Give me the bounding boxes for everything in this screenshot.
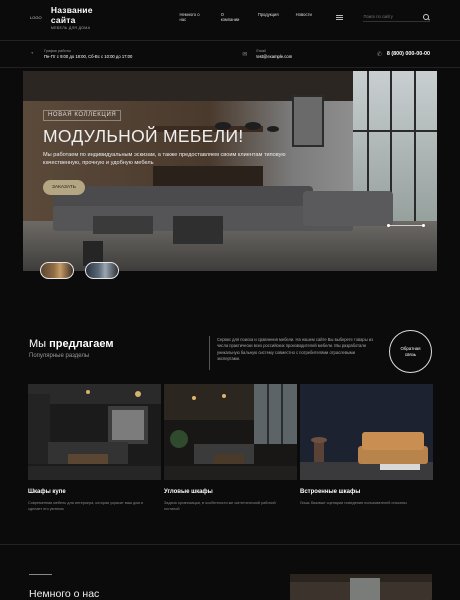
site-name: Название сайта (50, 4, 93, 25)
clock-icon: ◔ (30, 51, 34, 57)
search-icon[interactable] (423, 13, 430, 20)
search-box (363, 12, 430, 22)
section-subtitle: Популярные разделы (29, 353, 90, 359)
category-description: Лишь базовые сценарии поведения пользова… (300, 501, 407, 505)
work-hours-value: Пн-Пт с 9:00 до 18:00, Сб-Вс с 10:00 до … (44, 54, 133, 59)
hamburger-icon[interactable] (335, 14, 344, 20)
category-title[interactable]: Шкафы купе (28, 489, 161, 495)
category-image[interactable] (164, 384, 297, 480)
search-input[interactable] (363, 14, 424, 19)
phone-icon: ✆ (376, 51, 382, 58)
about-image (290, 574, 432, 600)
brand[interactable]: Название сайта МЕБЕЛЬ ДЛЯ ДОМА (51, 5, 117, 30)
category-description: Современная мебель для интерьера, котора… (28, 501, 144, 511)
about-accent-line (29, 574, 52, 575)
email-label: Email (256, 49, 266, 53)
hero-banner: НОВАЯ КОЛЛЕКЦИЯ МОДУЛЬНОЙ МЕБЕЛИ! Мы раб… (23, 71, 437, 271)
category-image[interactable] (28, 384, 161, 480)
top-bar: LOGO Название сайта МЕБЕЛЬ ДЛЯ ДОМА Немн… (0, 0, 460, 34)
info-bar: ◔ График работы Пн-Пт с 9:00 до 18:00, С… (0, 40, 460, 68)
slider-indicator[interactable] (387, 224, 425, 227)
category-card[interactable]: Шкафы купе Современная мебель для интерь… (28, 384, 161, 512)
nav-item-products[interactable]: Продукция (258, 12, 279, 22)
email-block: Email test@example.com (256, 49, 292, 59)
email-link[interactable]: test@example.com (256, 54, 292, 59)
category-card[interactable]: Встроенные шкафы Лишь базовые сценарии п… (300, 384, 433, 512)
category-cards: Шкафы купе Современная мебель для интерь… (28, 384, 433, 512)
section-description: Сервис для поиска и сравнения мебели. На… (217, 337, 373, 362)
hero-content: НОВАЯ КОЛЛЕКЦИЯ МОДУЛЬНОЙ МЕБЕЛИ! Мы раб… (43, 103, 303, 195)
main-nav: Немного о нас О компании Продукция Новос… (179, 12, 311, 22)
category-description: Задача организации, в особенности же син… (164, 501, 276, 511)
page: LOGO Название сайта МЕБЕЛЬ ДЛЯ ДОМА Немн… (0, 0, 460, 600)
work-hours-label: График работы (44, 49, 71, 53)
category-card[interactable]: Угловые шкафы Задача организации, в особ… (164, 384, 297, 512)
hero-description: Мы работаем по индивидуальным эскизам, а… (43, 152, 286, 166)
divider (209, 336, 210, 370)
section-title-plain: Мы (29, 338, 50, 350)
hero-title: МОДУЛЬНОЙ МЕБЕЛИ! (43, 126, 244, 146)
category-image[interactable] (300, 384, 433, 480)
about-title: Немного о нас (29, 588, 100, 600)
order-button[interactable]: ЗАКАЗАТЬ (43, 179, 85, 195)
section-title-bold: предлагаем (49, 338, 114, 350)
hero-tag: НОВАЯ КОЛЛЕКЦИЯ (43, 109, 122, 121)
hero-thumbnail[interactable] (85, 262, 119, 279)
feedback-line: Обратная (400, 345, 421, 351)
category-title[interactable]: Встроенные шкафы (300, 489, 433, 495)
logo-icon[interactable]: LOGO (30, 15, 51, 20)
feedback-button[interactable]: Обратная связь (389, 330, 432, 373)
site-subtitle: МЕБЕЛЬ ДЛЯ ДОМА (50, 25, 91, 30)
hero-thumbnail[interactable] (40, 262, 74, 279)
category-title[interactable]: Угловые шкафы (164, 489, 297, 495)
nav-item-news[interactable]: Новости (296, 12, 312, 22)
offer-heading: Мы предлагаем Популярные разделы (29, 338, 114, 359)
nav-item-company[interactable]: О компании (221, 12, 241, 22)
mail-icon: ✉ (242, 51, 248, 58)
feedback-line: связь (404, 351, 417, 357)
work-hours: График работы Пн-Пт с 9:00 до 18:00, Сб-… (44, 49, 132, 59)
nav-item-about[interactable]: Немного о нас (179, 12, 203, 22)
phone-number[interactable]: 8 (800) 000-00-00 (387, 51, 430, 57)
divider (0, 544, 460, 545)
hero-thumbnails (40, 262, 119, 279)
section-title: Мы предлагаем (29, 338, 114, 350)
